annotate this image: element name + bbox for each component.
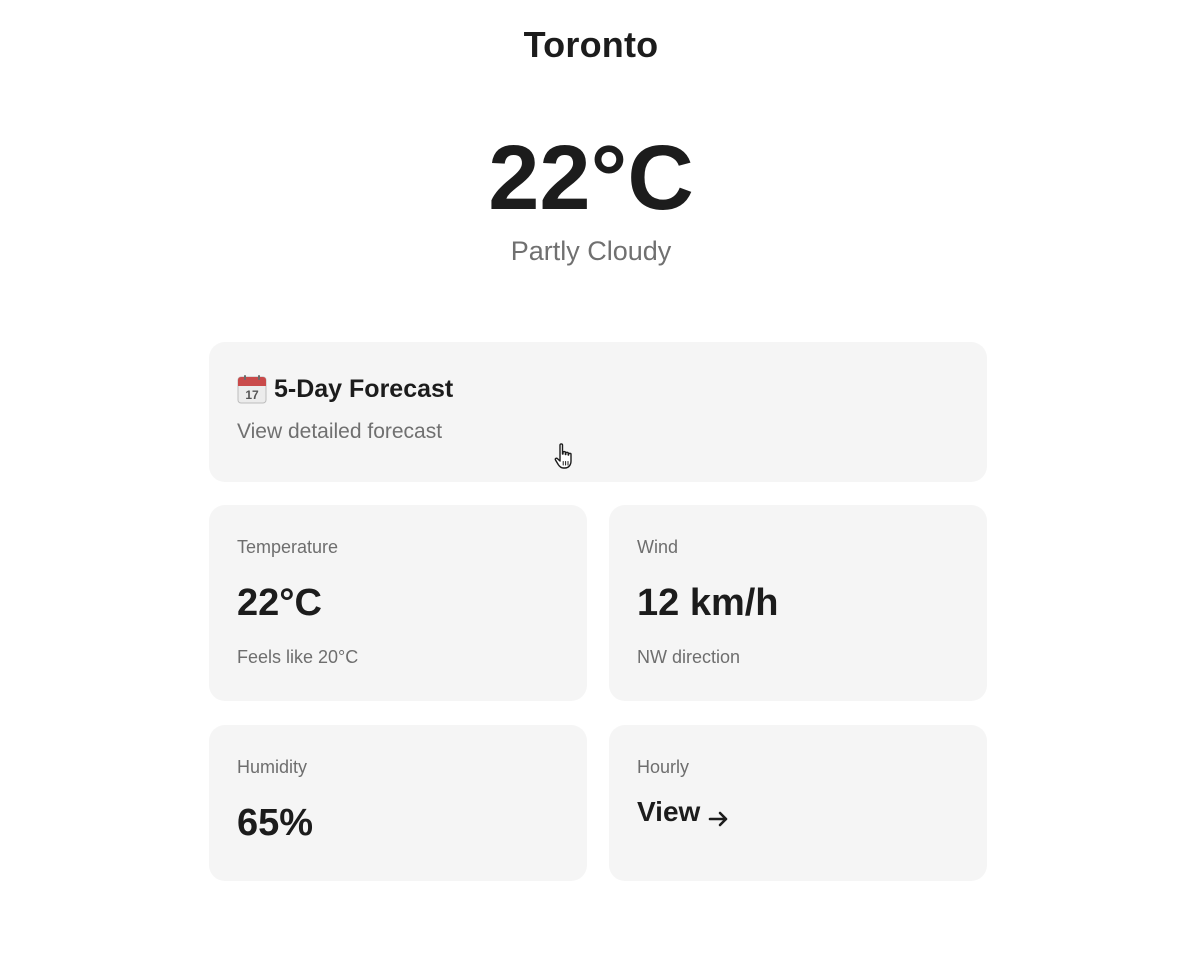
wind-value: 12 km/h <box>637 582 779 624</box>
weather-condition: Partly Cloudy <box>510 236 672 266</box>
forecast-subtitle: View detailed forecast <box>237 420 443 443</box>
wind-direction-text: NW direction <box>637 647 741 667</box>
humidity-value: 65% <box>237 802 314 844</box>
hourly-card[interactable]: Hourly View <box>609 725 987 881</box>
forecast-title-row: 17 5-Day Forecast <box>237 372 959 406</box>
wind-card: Wind 12 km/h NW direction <box>609 505 987 701</box>
humidity-label: Humidity <box>237 757 308 777</box>
wind-label: Wind <box>637 537 679 557</box>
hourly-label: Hourly <box>637 757 690 777</box>
humidity-card: Humidity 65% <box>209 725 587 881</box>
five-day-forecast-card[interactable]: 17 5-Day Forecast View detailed forecast <box>209 342 987 482</box>
current-temperature: 22°C <box>488 127 694 229</box>
arrow-right-icon <box>708 803 730 827</box>
calendar-day-number: 17 <box>245 388 259 402</box>
hourly-view-link[interactable]: View <box>637 796 730 828</box>
city-name: Toronto <box>523 24 659 65</box>
hand-pointer-cursor-icon <box>553 442 577 470</box>
temperature-label: Temperature <box>237 537 339 557</box>
forecast-title: 5-Day Forecast <box>274 374 454 403</box>
temperature-value: 22°C <box>237 582 322 624</box>
calendar-icon: 17 <box>237 374 267 404</box>
weather-page: Toronto 22°C Partly Cloudy 17 5-Day Fore… <box>0 0 1182 968</box>
feels-like-text: Feels like 20°C <box>237 647 359 667</box>
temperature-card: Temperature 22°C Feels like 20°C <box>209 505 587 701</box>
hourly-view-label: View <box>637 796 701 827</box>
